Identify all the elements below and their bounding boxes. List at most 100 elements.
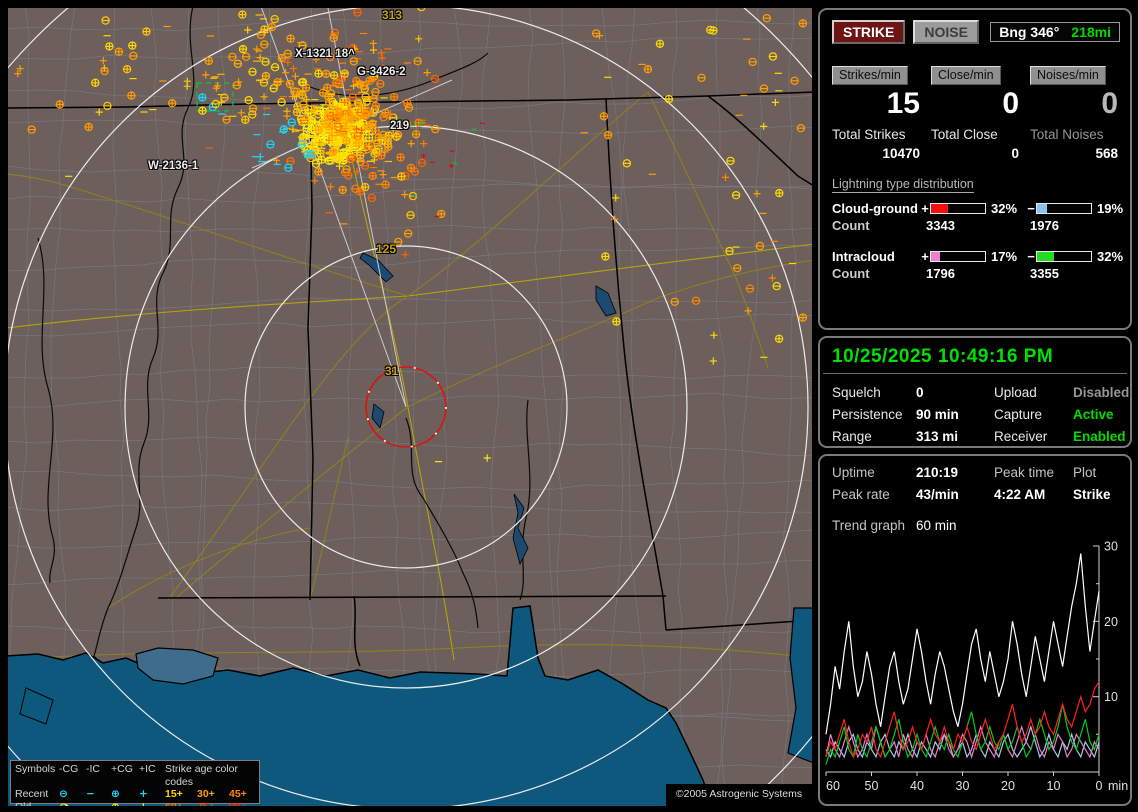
total-noises-value: 568 [1095,146,1118,161]
storm-cell-id: X-1321 [295,48,333,60]
storm-cell-label[interactable]: W-2136-1 [148,160,198,172]
circle-minus-icon: ⊖ [59,801,86,807]
persistence-label: Persistence [832,407,903,422]
total-strikes-value: 10470 [882,146,920,161]
map-canvas[interactable] [8,8,812,806]
strikes-per-min-chip: Strikes/min [832,66,908,85]
status-panel: 10/25/2025 10:49:16 PM Squelch 0 Upload … [818,336,1132,448]
strike-mode-button[interactable]: STRIKE [832,20,906,44]
capture-status: Active [1073,407,1114,422]
cg-negative-pct: 19% [1097,201,1124,216]
cg-positive-bar [930,203,986,214]
svg-text:30: 30 [956,779,970,793]
noises-per-min-value: 0 [1101,87,1118,120]
peak-rate-label: Peak rate [832,487,890,502]
total-close-value: 0 [1011,146,1019,161]
trend-series [825,681,1100,759]
svg-text:min: min [1108,779,1128,793]
bearing-distance: 218mi [1071,24,1111,40]
peak-rate-value: 43/min [916,487,959,502]
upload-label: Upload [994,385,1037,400]
range-ring-label-313: 313 [382,8,403,22]
noises-per-min-chip: Noises/min [1030,66,1106,85]
age-60: 60+ [165,801,197,807]
storm-cell-label[interactable]: X-1321 18^ [295,48,355,60]
plus-sign: + [921,249,929,264]
capture-label: Capture [994,407,1043,422]
ic-positive-bar [930,251,986,262]
cg-positive-pct: 32% [991,201,1018,216]
circle-minus-icon: ⊖ [59,788,68,800]
cg-negative-bar [1036,203,1092,214]
legend-col-ic-pos: +IC [139,763,156,775]
plot-label: Plot [1073,465,1097,480]
svg-text:10: 10 [1047,779,1061,793]
total-strikes-label: Total Strikes [832,127,906,142]
total-close-label: Total Close [931,127,998,142]
plus-icon: + [139,788,148,800]
trend-graph-label: Trend graph [832,518,906,533]
legend-col-cg-neg: -CG [59,763,79,775]
noises-per-min-column: Noises/min 0 Total Noises 568 [1030,66,1118,161]
plus-icon: + [139,801,165,807]
age-15: 15+ [165,788,183,800]
close-per-min-value: 0 [1002,87,1019,120]
minus-sign: − [1027,249,1035,264]
circle-plus-icon: ⊕ [111,788,120,800]
intracloud-label: Intracloud [832,249,895,264]
close-per-min-chip: Close/min [931,66,1001,85]
strike-stats-panel: STRIKE NOISE Bng 346° 218mi Strikes/min … [818,8,1132,330]
strikes-per-min-column: Strikes/min 15 Total Strikes 10470 [832,66,920,161]
strikes-per-min-value: 15 [886,87,920,120]
lightning-map[interactable]: 313 125 31 X-1321 18^ G-3426-2 219 W-213… [8,8,812,806]
minus-icon: − [86,788,95,800]
session-panel: Uptime 210:19 Peak time Plot Peak rate 4… [818,454,1132,806]
upload-status: Disabled [1073,385,1130,400]
count-label: Count [832,266,870,281]
uptime-label: Uptime [832,465,875,480]
bearing-value: Bng 346° [999,24,1060,40]
trend-series [825,553,1100,735]
cg-negative-count: 1976 [1030,218,1059,233]
svg-text:30: 30 [1104,540,1118,554]
ic-negative-count: 3355 [1030,266,1059,281]
ic-negative-pct: 32% [1097,249,1124,264]
close-per-min-column: Close/min 0 Total Close 0 [931,66,1019,161]
noise-mode-button[interactable]: NOISE [913,20,979,44]
legend-col-cg-pos: +CG [111,763,133,775]
svg-text:0: 0 [1096,779,1103,793]
svg-text:40: 40 [910,779,924,793]
datetime-display: 10/25/2025 10:49:16 PM [832,346,1054,367]
ic-negative-bar [1036,251,1092,262]
lightning-distribution: Cloud-ground + 32% − 19% Count 3343 1976… [832,201,1123,281]
receiver-status: Enabled [1073,429,1126,444]
legend-age-header: Strike age color codes [165,763,238,788]
squelch-label: Squelch [832,385,881,400]
svg-text:10: 10 [1104,690,1118,704]
age-30: 30+ [197,788,215,800]
strike-legend: Symbols -CG -IC +CG +IC Strike age color… [10,760,260,807]
count-label: Count [832,218,870,233]
total-noises-label: Total Noises [1030,127,1104,142]
range-label: Range [832,429,872,444]
persistence-value: 90 min [916,407,959,422]
copyright-notice: ©2005 Astrogenic Systems [666,784,812,806]
storm-cell-distance-label: 219 [390,120,410,132]
svg-text:20: 20 [1104,615,1118,629]
circle-plus-icon: ⊕ [111,801,139,807]
peak-time-label: Peak time [994,465,1055,480]
range-ring-label-31: 31 [385,364,399,378]
cloud-ground-label: Cloud-ground [832,201,918,216]
cg-positive-count: 3343 [926,218,955,233]
age-90: 90+ [229,801,259,807]
minus-sign: − [1027,201,1035,216]
storm-cell-label[interactable]: G-3426-2 [357,66,406,78]
range-value: 313 mi [916,429,959,444]
svg-text:20: 20 [1001,779,1015,793]
trend-graph: 10 20 30 60 50 40 30 20 10 0 min [825,540,1128,793]
legend-symbols-header: Symbols [15,763,56,775]
plot-mode-value: Strike [1073,487,1111,502]
distribution-heading: Lightning type distribution [832,177,974,193]
minus-icon: − [86,801,111,807]
bearing-readout: Bng 346° 218mi [990,22,1120,42]
